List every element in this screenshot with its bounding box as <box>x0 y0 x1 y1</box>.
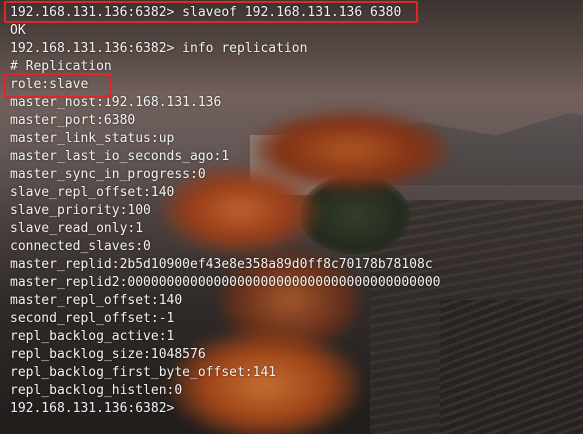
output-line: slave_read_only:1 <box>10 221 144 236</box>
output-line: connected_slaves:0 <box>10 239 151 254</box>
output-line: slave_priority:100 <box>10 203 151 218</box>
terminal-output[interactable]: 192.168.131.136:6382> slaveof 192.168.13… <box>10 4 583 418</box>
output-line: master_replid2:0000000000000000000000000… <box>10 275 441 290</box>
output-line: master_last_io_seconds_ago:1 <box>10 149 230 164</box>
output-line: OK <box>10 23 26 38</box>
prompt-line: 192.168.131.136:6382> info replication <box>10 41 308 56</box>
output-line-role: role:slave <box>10 77 89 92</box>
output-line: second_repl_offset:-1 <box>10 311 175 326</box>
output-line: master_replid:2b5d10900ef43e8e358a89d0ff… <box>10 257 433 272</box>
output-line: master_port:6380 <box>10 113 136 128</box>
output-line: master_repl_offset:140 <box>10 293 183 308</box>
output-line: repl_backlog_active:1 <box>10 329 175 344</box>
prompt-line: 192.168.131.136:6382> slaveof 192.168.13… <box>10 5 402 20</box>
output-line: master_sync_in_progress:0 <box>10 167 206 182</box>
output-line: repl_backlog_histlen:0 <box>10 383 183 398</box>
terminal-window[interactable]: 192.168.131.136:6382> slaveof 192.168.13… <box>0 0 583 434</box>
output-line: # Replication <box>10 59 112 74</box>
output-line: repl_backlog_size:1048576 <box>10 347 206 362</box>
output-line: repl_backlog_first_byte_offset:141 <box>10 365 277 380</box>
output-line: master_host:192.168.131.136 <box>10 95 222 110</box>
output-line: master_link_status:up <box>10 131 175 146</box>
output-line: slave_repl_offset:140 <box>10 185 175 200</box>
prompt-line-current[interactable]: 192.168.131.136:6382> <box>10 400 583 418</box>
